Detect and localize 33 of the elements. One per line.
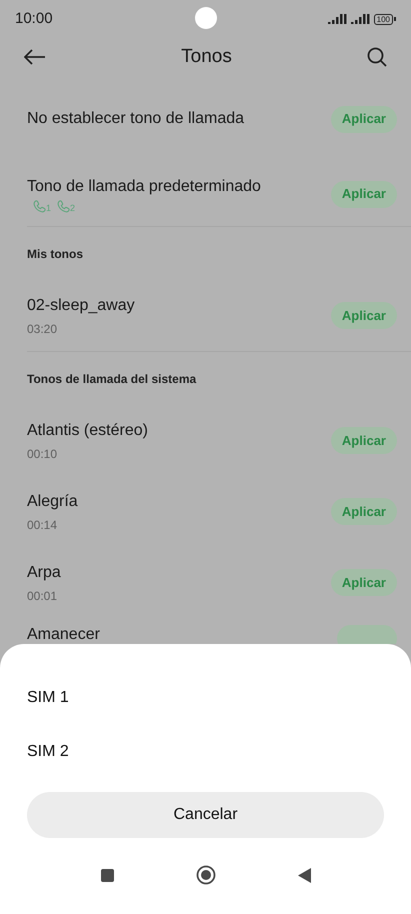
camera-hole: [195, 7, 217, 29]
signal-icon: [350, 14, 370, 24]
apply-button[interactable]: Aplicar: [330, 427, 397, 454]
apply-button[interactable]: Aplicar: [330, 180, 397, 208]
tone-duration: 03:20: [27, 320, 58, 338]
screen-title: Tonos: [180, 44, 233, 69]
sim-option[interactable]: SIM 2: [0, 725, 411, 779]
battery-icon: 100: [374, 14, 396, 24]
tone-duration: 00:10: [27, 446, 58, 462]
cancel-button[interactable]: Cancelar: [27, 792, 384, 838]
apply-button[interactable]: Aplicar: [330, 302, 397, 329]
tone-title: Amanecer: [27, 625, 101, 644]
apply-button[interactable]: Aplicar: [330, 106, 397, 132]
recents-icon[interactable]: [100, 868, 114, 882]
back-icon[interactable]: [24, 49, 46, 65]
tone-title: No establecer tono de llamada: [27, 109, 246, 129]
home-icon[interactable]: [196, 865, 216, 885]
tone-title: Arpa: [27, 562, 62, 582]
back-icon[interactable]: [298, 868, 310, 882]
tone-duration: 00:01: [27, 588, 58, 604]
tone-title: Alegría: [27, 492, 79, 512]
section-heading: Mis tonos: [27, 246, 83, 262]
section-heading: Tonos de llamada del sistema: [27, 370, 196, 388]
signal-icon: [328, 14, 347, 24]
tone-title: 02-sleep_away: [27, 296, 136, 316]
tone-title: Atlantis (estéreo): [27, 420, 149, 440]
search-icon[interactable]: [367, 47, 387, 67]
apply-button[interactable]: Aplicar: [330, 498, 397, 525]
tone-title: Tono de llamada predeterminado: [27, 177, 262, 197]
apply-button[interactable]: Aplicar: [330, 569, 397, 596]
status-time: 10:00: [15, 8, 53, 29]
tone-duration: 00:14: [27, 516, 58, 534]
sim-option[interactable]: SIM 1: [0, 671, 411, 725]
